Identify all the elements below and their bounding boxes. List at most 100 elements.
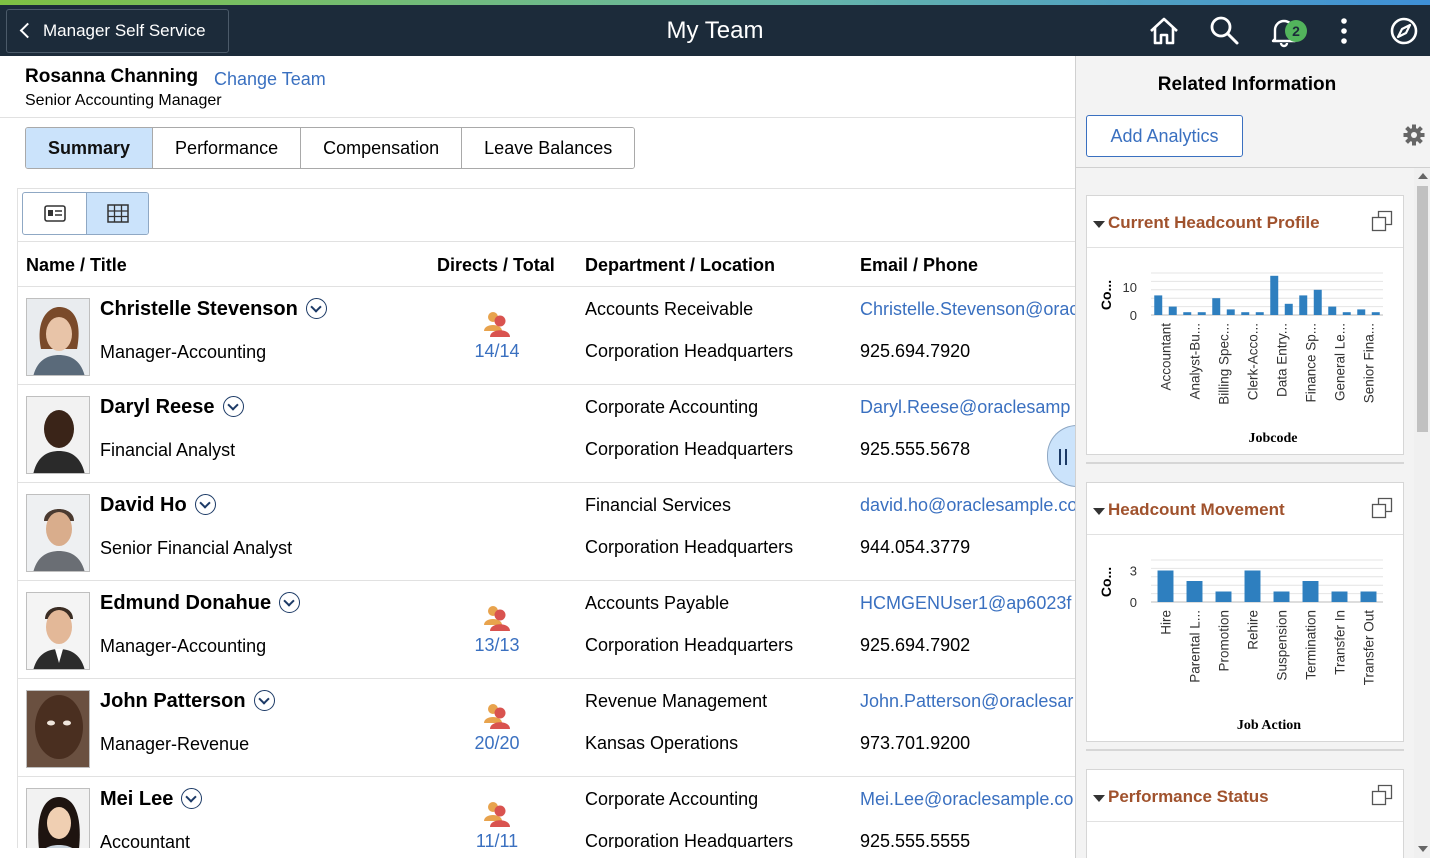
x-tick-label: General Le...	[1333, 323, 1348, 401]
scroll-down-arrow-icon[interactable]	[1418, 846, 1428, 852]
x-tick-label: Suspension	[1275, 610, 1290, 681]
tab-leave-balances[interactable]: Leave Balances	[462, 128, 635, 168]
x-tick-label: Clerk-Acco...	[1246, 323, 1261, 400]
bar	[1183, 312, 1192, 315]
employee-row[interactable]: Edmund Donahue Manager-Accounting 13/13 …	[17, 581, 1075, 679]
chevron-left-icon	[19, 22, 36, 39]
employee-name[interactable]: Mei Lee	[100, 788, 203, 811]
id-card-icon	[44, 205, 66, 222]
bar	[1215, 591, 1232, 602]
phone: 925.555.5555	[860, 831, 971, 848]
compass-icon[interactable]	[1386, 13, 1422, 49]
manager-name: Rosanna Channing	[25, 66, 199, 87]
collapse-triangle-icon[interactable]	[1093, 508, 1105, 515]
email-link[interactable]: Christelle.Stevenson@orac	[860, 299, 1075, 320]
employee-name[interactable]: Daryl Reese	[100, 396, 244, 419]
panel-divider	[1076, 167, 1430, 168]
employee-title: Manager-Accounting	[100, 636, 267, 656]
y-tick-label: 0	[1130, 308, 1137, 323]
employee-title: Senior Financial Analyst	[100, 538, 293, 558]
email-link[interactable]: John.Patterson@oraclesar	[860, 691, 1073, 712]
gear-icon[interactable]	[1402, 123, 1426, 147]
top-banner: Manager Self Service My Team 2	[0, 5, 1430, 56]
location: Corporation Headquarters	[585, 341, 794, 361]
tab-summary[interactable]: Summary	[26, 128, 154, 168]
email-link[interactable]: HCMGENUser1@ap6023f	[860, 593, 1071, 614]
panel-scrollbar[interactable]	[1414, 168, 1430, 858]
maximize-icon[interactable]	[1371, 784, 1393, 806]
collapse-triangle-icon[interactable]	[1093, 221, 1105, 228]
email-link[interactable]: Mei.Lee@oraclesample.co	[860, 789, 1073, 810]
employee-photo	[26, 494, 90, 572]
employee-row[interactable]: Mei Lee Accountant 11/11 Corporate Accou…	[17, 777, 1075, 848]
chevron-down-icon[interactable]	[279, 592, 301, 613]
maximize-icon[interactable]	[1371, 497, 1393, 519]
col-name-title[interactable]: Name / Title	[26, 255, 127, 276]
x-axis-label: Job Action	[1237, 718, 1301, 733]
add-analytics-button[interactable]: Add Analytics	[1086, 115, 1243, 157]
directs-link[interactable]: 13/13	[397, 635, 597, 656]
bar	[1168, 306, 1177, 315]
employee-name[interactable]: Christelle Stevenson	[100, 298, 327, 321]
phone: 925.694.7920	[860, 341, 971, 361]
tab-performance[interactable]: Performance	[153, 128, 302, 168]
notification-badge: 2	[1285, 20, 1307, 42]
card-header[interactable]: Performance Status	[1087, 770, 1403, 822]
y-axis-label: Co...	[1098, 567, 1114, 597]
y-axis-label: Co...	[1098, 280, 1114, 310]
headcount-movement-chart: 3 0 Co... Hire Parental L... Promotion Rehire S…	[1098, 559, 1383, 733]
bar	[1313, 289, 1322, 315]
bar	[1273, 591, 1290, 602]
col-email-phone[interactable]: Email / Phone	[860, 255, 978, 276]
chevron-down-icon[interactable]	[181, 788, 203, 809]
x-tick-label: Data Entry...	[1275, 323, 1290, 397]
home-icon[interactable]	[1146, 13, 1182, 49]
directs-link[interactable]: 20/20	[397, 733, 597, 754]
x-tick-label: Parental L...	[1188, 610, 1203, 683]
chevron-down-icon[interactable]	[222, 396, 244, 417]
bar	[1284, 303, 1293, 315]
email-link[interactable]: david.ho@oraclesample.co	[860, 495, 1075, 516]
tab-compensation[interactable]: Compensation	[301, 128, 463, 168]
y-tick-label: 0	[1130, 595, 1137, 610]
chevron-down-icon[interactable]	[305, 298, 327, 319]
more-icon[interactable]	[1326, 13, 1362, 49]
bar	[1154, 295, 1163, 315]
chevron-down-icon[interactable]	[253, 690, 275, 711]
back-button[interactable]: Manager Self Service	[6, 9, 229, 53]
employee-photo	[26, 788, 90, 848]
scroll-thumb[interactable]	[1417, 186, 1428, 432]
collapse-triangle-icon[interactable]	[1093, 795, 1105, 802]
scroll-up-arrow-icon[interactable]	[1418, 173, 1428, 179]
change-team-link[interactable]: Change Team	[214, 69, 326, 90]
card-header[interactable]: Current Headcount Profile	[1087, 196, 1403, 248]
bar	[1360, 591, 1377, 602]
employee-row[interactable]: John Patterson Manager-Revenue 20/20 Rev…	[17, 679, 1075, 777]
employee-row[interactable]: David Ho Senior Financial Analyst Financ…	[17, 483, 1075, 581]
employee-list: Christelle Stevenson Manager-Accounting …	[17, 287, 1075, 848]
directs-link[interactable]: 11/11	[397, 831, 597, 848]
email-link[interactable]: Daryl.Reese@oraclesamp	[860, 397, 1070, 418]
directs-link[interactable]: 14/14	[397, 341, 597, 362]
maximize-icon[interactable]	[1371, 210, 1393, 232]
card-header[interactable]: Headcount Movement	[1087, 483, 1403, 535]
card-view-button[interactable]	[23, 193, 86, 234]
employee-name[interactable]: Edmund Donahue	[100, 592, 301, 615]
bar	[1342, 312, 1351, 315]
employee-name[interactable]: David Ho	[100, 494, 216, 517]
employee-row[interactable]: Christelle Stevenson Manager-Accounting …	[17, 287, 1075, 385]
location: Corporation Headquarters	[585, 439, 794, 459]
grid-view-button[interactable]	[85, 193, 148, 234]
chevron-down-icon[interactable]	[194, 494, 216, 515]
employee-row[interactable]: Daryl Reese Financial Analyst Corporate …	[17, 385, 1075, 483]
employee-title: Manager-Revenue	[100, 734, 250, 754]
col-dept-location[interactable]: Department / Location	[585, 255, 775, 276]
search-icon[interactable]	[1206, 13, 1242, 49]
location: Kansas Operations	[585, 733, 739, 753]
department: Financial Services	[585, 495, 732, 515]
y-tick-label: 10	[1123, 280, 1137, 295]
team-icon	[484, 802, 510, 827]
employee-name[interactable]: John Patterson	[100, 690, 275, 713]
col-directs[interactable]: Directs / Total	[437, 255, 555, 276]
x-tick-label: Termination	[1304, 610, 1319, 680]
